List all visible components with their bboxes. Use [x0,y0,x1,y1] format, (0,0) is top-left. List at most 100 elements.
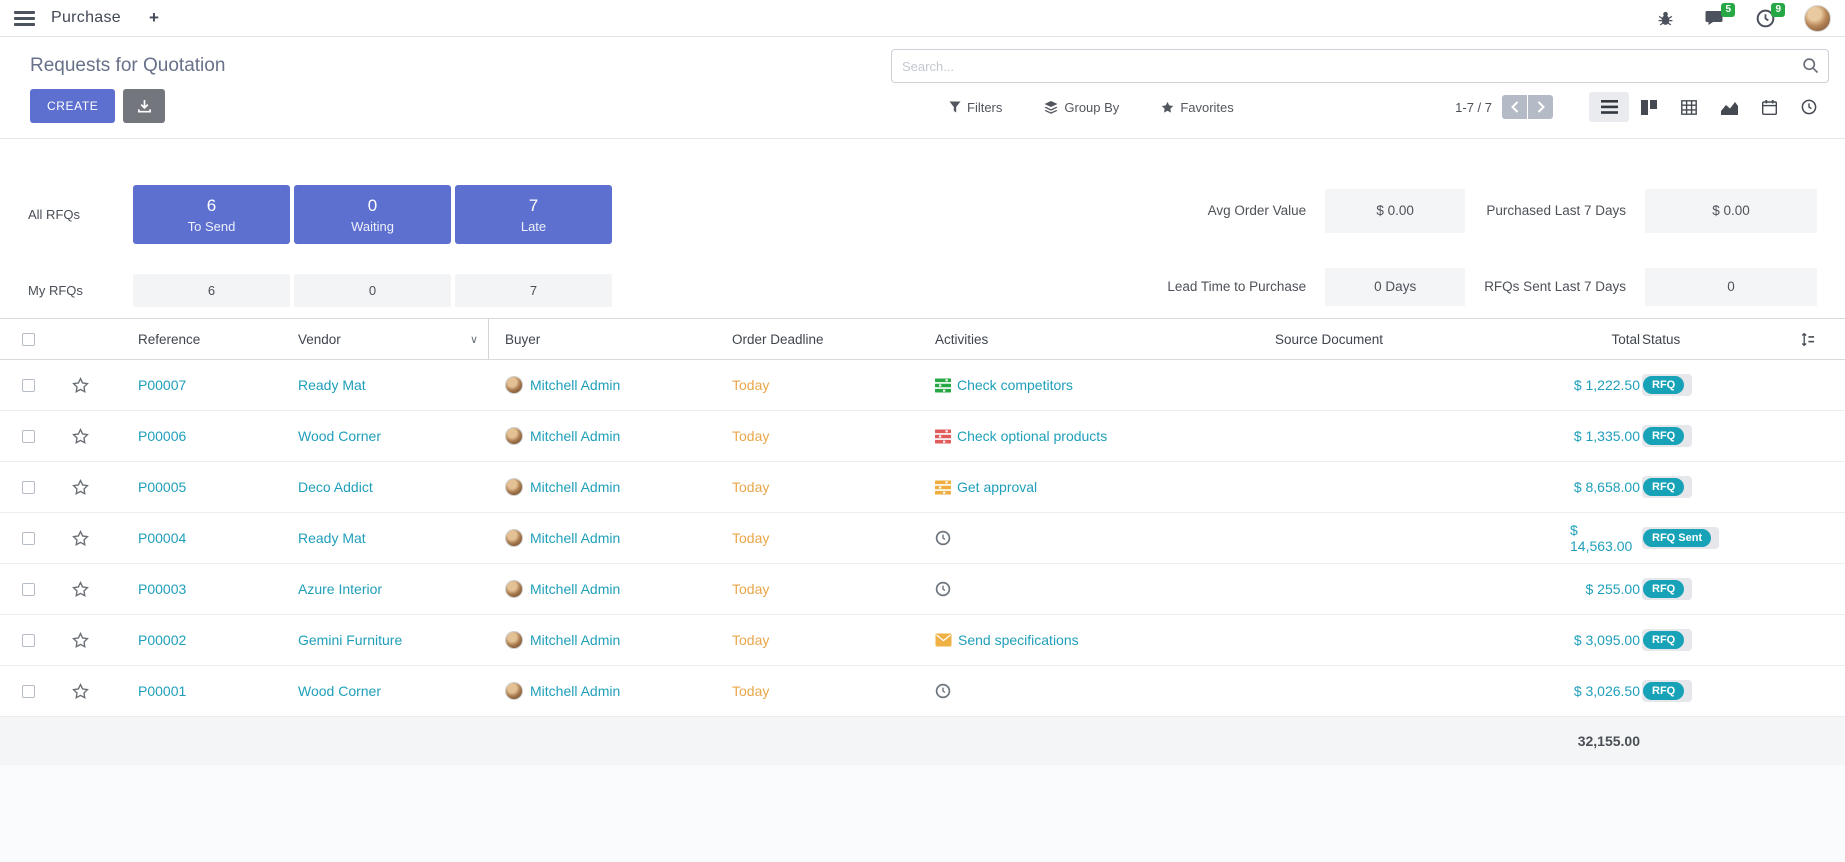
app-name[interactable]: Purchase [51,9,121,27]
header-total[interactable]: Total [1564,332,1640,347]
export-button[interactable] [123,89,165,123]
apps-menu-icon[interactable] [14,11,35,26]
buyer-avatar [505,682,523,700]
activity-label[interactable]: Get approval [957,479,1037,495]
header-reference[interactable]: Reference [104,332,274,347]
sort-chevron-icon[interactable]: ∨ [470,333,478,346]
vendor-link[interactable]: Ready Mat [274,530,489,546]
row-checkbox[interactable] [22,430,35,443]
buyer-link[interactable]: Mitchell Admin [530,632,620,648]
create-button[interactable]: CREATE [30,89,115,123]
row-checkbox[interactable] [22,379,35,392]
total-amount: $ 1,335.00 [1564,428,1640,444]
user-avatar[interactable] [1804,5,1831,32]
reference-link[interactable]: P00002 [104,632,274,648]
activity-label[interactable]: Check competitors [957,377,1073,393]
row-checkbox[interactable] [22,685,35,698]
my-late-count[interactable]: 7 [455,274,612,307]
row-checkbox[interactable] [22,634,35,647]
pager-previous-button[interactable] [1502,95,1527,119]
buyer-link[interactable]: Mitchell Admin [530,428,620,444]
buyer-link[interactable]: Mitchell Admin [530,581,620,597]
activity-clock-icon[interactable] [935,683,951,699]
buyer-avatar [505,427,523,445]
favorites-button[interactable]: Favorites [1161,100,1233,115]
activity-label[interactable]: Send specifications [958,632,1079,648]
vendor-link[interactable]: Wood Corner [274,428,489,444]
activity-envelope-icon[interactable] [935,633,952,647]
to-send-label: To Send [188,219,236,234]
star-icon[interactable] [72,581,89,598]
reference-link[interactable]: P00001 [104,683,274,699]
row-checkbox[interactable] [22,532,35,545]
table-row[interactable]: P00006 Wood Corner Mitchell Admin Today … [0,411,1845,462]
header-buyer[interactable]: Buyer [489,332,724,347]
my-to-send-count[interactable]: 6 [133,274,290,307]
vendor-link[interactable]: Azure Interior [274,581,489,597]
header-order-deadline[interactable]: Order Deadline [724,332,929,347]
my-waiting-count[interactable]: 0 [294,274,451,307]
reference-link[interactable]: P00004 [104,530,274,546]
view-kanban-button[interactable] [1629,92,1669,122]
table-row[interactable]: P00004 Ready Mat Mitchell Admin Today $ … [0,513,1845,564]
star-icon[interactable] [72,377,89,394]
reference-link[interactable]: P00003 [104,581,274,597]
star-icon[interactable] [72,479,89,496]
activity-label[interactable]: Check optional products [957,428,1107,444]
activities-clock-icon[interactable]: 9 [1754,7,1776,29]
messages-icon[interactable]: 5 [1704,7,1726,29]
buyer-link[interactable]: Mitchell Admin [530,479,620,495]
view-calendar-button[interactable] [1749,92,1789,122]
status-badge-wrap: RFQ [1642,578,1692,600]
search-icon[interactable] [1802,57,1819,79]
buyer-link[interactable]: Mitchell Admin [530,683,620,699]
table-row[interactable]: P00007 Ready Mat Mitchell Admin Today Ch… [0,360,1845,411]
kpi-card-late[interactable]: 7 Late [455,185,612,244]
activity-clock-icon[interactable] [935,530,951,546]
star-icon[interactable] [72,530,89,547]
header-activities[interactable]: Activities [929,332,1269,347]
new-tab-button[interactable]: + [149,8,159,28]
star-icon[interactable] [72,683,89,700]
header-vendor[interactable]: Vendor∨ [274,319,489,359]
view-activity-button[interactable] [1789,92,1829,122]
pager-next-button[interactable] [1528,95,1553,119]
row-checkbox[interactable] [22,583,35,596]
activity-tasks-icon[interactable] [935,480,951,495]
vendor-link[interactable]: Ready Mat [274,377,489,393]
search-input[interactable] [891,49,1829,83]
activity-tasks-icon[interactable] [935,378,951,393]
select-all-checkbox[interactable] [22,333,35,346]
activity-clock-icon[interactable] [935,581,951,597]
view-list-button[interactable] [1589,92,1629,122]
reference-link[interactable]: P00005 [104,479,274,495]
status-badge: RFQ [1643,427,1684,445]
reference-link[interactable]: P00007 [104,377,274,393]
vendor-link[interactable]: Wood Corner [274,683,489,699]
view-pivot-button[interactable] [1669,92,1709,122]
header-status[interactable]: Status [1640,332,1770,347]
kpi-card-to-send[interactable]: 6 To Send [133,185,290,244]
buyer-link[interactable]: Mitchell Admin [530,530,620,546]
view-graph-button[interactable] [1709,92,1749,122]
row-checkbox[interactable] [22,481,35,494]
filters-button[interactable]: Filters [949,100,1002,115]
star-icon[interactable] [72,632,89,649]
header-source-document[interactable]: Source Document [1269,332,1564,347]
optional-columns-icon[interactable] [1800,332,1815,347]
total-amount: $ 14,563.00 [1564,522,1640,554]
table-row[interactable]: P00003 Azure Interior Mitchell Admin Tod… [0,564,1845,615]
debug-bug-icon[interactable] [1654,7,1676,29]
table-row[interactable]: P00002 Gemini Furniture Mitchell Admin T… [0,615,1845,666]
activity-tasks-icon[interactable] [935,429,951,444]
kpi-card-waiting[interactable]: 0 Waiting [294,185,451,244]
star-icon[interactable] [72,428,89,445]
vendor-link[interactable]: Gemini Furniture [274,632,489,648]
table-row[interactable]: P00001 Wood Corner Mitchell Admin Today … [0,666,1845,717]
buyer-link[interactable]: Mitchell Admin [530,377,620,393]
table-row[interactable]: P00005 Deco Addict Mitchell Admin Today … [0,462,1845,513]
rfq-list: Reference Vendor∨ Buyer Order Deadline A… [0,318,1845,862]
group-by-button[interactable]: Group By [1044,100,1119,115]
vendor-link[interactable]: Deco Addict [274,479,489,495]
reference-link[interactable]: P00006 [104,428,274,444]
